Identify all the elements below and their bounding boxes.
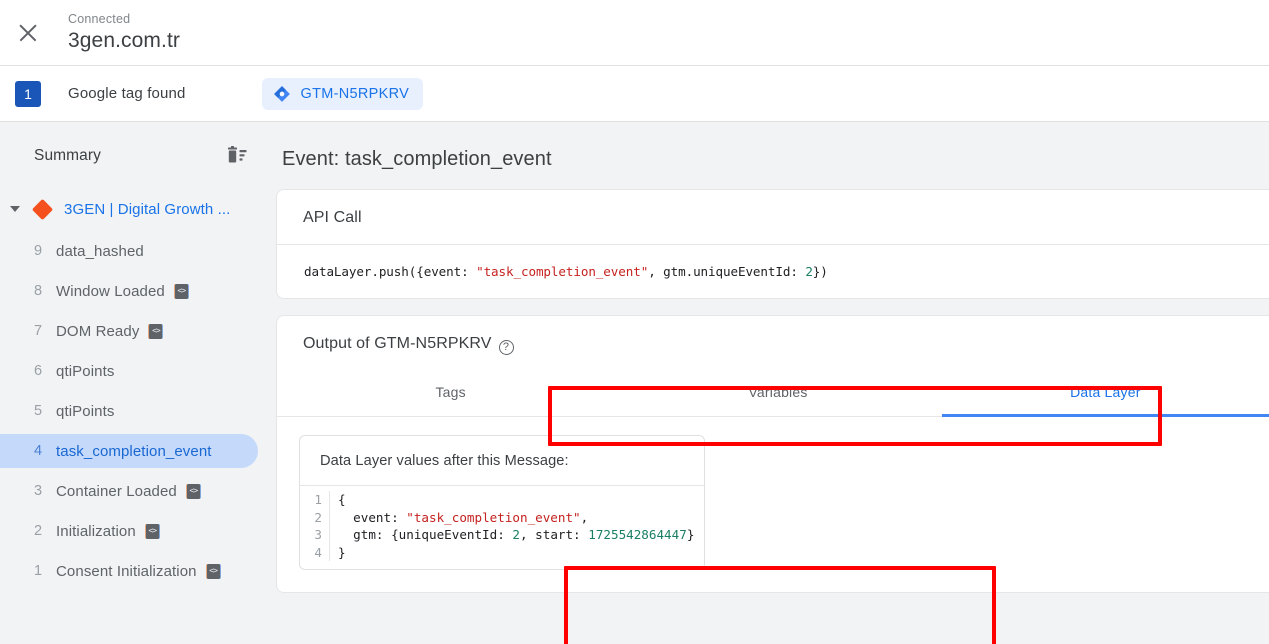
- sidebar-event-qtipoints[interactable]: 6 qtiPoints: [0, 354, 258, 388]
- output-tabs: Tags Variables Data Layer: [277, 372, 1269, 417]
- event-number: 9: [34, 243, 43, 259]
- api-code-prefix: dataLayer.push({event:: [304, 264, 477, 279]
- event-number: 8: [34, 283, 43, 299]
- sidebar-event-qtipoints[interactable]: 5 qtiPoints: [0, 394, 258, 428]
- main-panel: Event: task_completion_event API Call da…: [270, 122, 1269, 644]
- data-layer-box-title: Data Layer values after this Message:: [300, 436, 704, 486]
- api-code-suffix: }): [812, 264, 828, 279]
- event-number: 5: [34, 403, 43, 419]
- output-card: Output of GTM-N5RPKRV? Tags Variables Da…: [276, 315, 1269, 593]
- code-line: event: "task_completion_event",: [338, 509, 694, 527]
- sidebar-event-container-loaded[interactable]: 3 Container Loaded <>: [0, 474, 258, 508]
- code-token-plain: event:: [338, 509, 407, 525]
- sidebar-event-data-hashed[interactable]: 9 data_hashed: [0, 234, 258, 268]
- container-name: 3GEN | Digital Growth ...: [64, 200, 231, 218]
- page-title: Event: task_completion_event: [282, 148, 552, 170]
- code-token-plain: }: [338, 544, 346, 560]
- orange-diamond-icon: [31, 198, 54, 220]
- body-split: Summary 3GEN | Digital Growth ... 9 data_…: [0, 122, 1269, 644]
- event-sidebar: Summary 3GEN | Digital Growth ... 9 data_…: [0, 122, 270, 644]
- code-brackets-icon: <>: [173, 283, 189, 299]
- tag-count-badge: 1: [15, 80, 41, 107]
- tab-tags[interactable]: Tags: [287, 372, 614, 417]
- summary-label: Summary: [34, 147, 102, 164]
- connection-status: Connected: [68, 12, 131, 26]
- container-row[interactable]: 3GEN | Digital Growth ...: [0, 192, 270, 226]
- code-token-num: 2: [512, 527, 520, 542]
- event-label: data_hashed: [56, 242, 144, 260]
- code-line: {: [338, 491, 694, 509]
- sidebar-event-consent-initialization[interactable]: 1 Consent Initialization <>: [0, 554, 258, 588]
- line-number-gutter: 1234: [300, 491, 330, 561]
- code-token-plain: }: [686, 527, 695, 542]
- google-tag-found-bar: 1 Google tag found GTM-N5RPKRV: [0, 66, 1269, 122]
- site-domain: 3gen.com.tr: [68, 29, 180, 52]
- trash-clear-icon[interactable]: [226, 146, 248, 166]
- tab-variables[interactable]: Variables: [614, 372, 941, 417]
- output-card-title: Output of GTM-N5RPKRV?: [277, 316, 1269, 372]
- event-label: DOM Ready: [56, 322, 140, 340]
- sidebar-event-task-completion-event[interactable]: 4 task_completion_event: [0, 434, 258, 468]
- event-label: Container Loaded: [56, 482, 177, 500]
- api-call-title: API Call: [303, 209, 362, 226]
- code-token-plain: ,: [580, 509, 589, 525]
- api-call-code: dataLayer.push({event: "task_completion_…: [277, 244, 1269, 298]
- event-label: Consent Initialization: [56, 562, 197, 580]
- event-label: task_completion_event: [56, 442, 212, 460]
- data-layer-values-box: Data Layer values after this Message: 12…: [299, 435, 705, 570]
- event-number: 7: [34, 323, 43, 339]
- code-line: }: [338, 544, 694, 562]
- tab-data-layer[interactable]: Data Layer: [941, 372, 1269, 417]
- site-info-block: Connected 3gen.com.tr: [68, 11, 180, 54]
- top-header-bar: Connected 3gen.com.tr: [0, 0, 1269, 66]
- google-tag-found-label: Google tag found: [68, 85, 186, 102]
- event-number: 6: [34, 363, 43, 379]
- event-label: qtiPoints: [56, 362, 115, 380]
- code-token-plain: gtm: {uniqueEventId:: [338, 527, 513, 542]
- code-token-plain: , start:: [519, 527, 589, 542]
- code-token-num: 1725542864447: [588, 527, 687, 542]
- gtm-chip-label: GTM-N5RPKRV: [300, 85, 410, 102]
- data-layer-code: 1234 { event: "task_completion_event", g…: [300, 486, 704, 569]
- event-list: 9 data_hashed 8 Window Loaded <> 7 DOM Ready <>…: [0, 234, 270, 588]
- code-line: gtm: {uniqueEventId: 2, start: 172554286…: [338, 526, 694, 544]
- data-layer-code-lines: { event: "task_completion_event", gtm: {…: [330, 491, 694, 561]
- code-brackets-icon: <>: [185, 483, 201, 499]
- close-icon[interactable]: [16, 21, 40, 45]
- api-code-string: "task_completion_event": [476, 264, 649, 279]
- sidebar-event-window-loaded[interactable]: 8 Window Loaded <>: [0, 274, 258, 308]
- event-number: 4: [34, 443, 43, 459]
- api-code-number: 2: [805, 264, 813, 279]
- code-brackets-icon: <>: [205, 563, 221, 579]
- event-label: Initialization: [56, 522, 136, 540]
- api-code-middle: , gtm.uniqueEventId:: [648, 264, 806, 279]
- code-token-plain: {: [338, 492, 346, 507]
- code-brackets-icon: <>: [148, 323, 164, 339]
- event-number: 3: [34, 483, 43, 499]
- event-label: qtiPoints: [56, 402, 115, 420]
- code-token-str: "task_completion_event": [406, 509, 581, 525]
- summary-row[interactable]: Summary: [0, 138, 270, 174]
- caret-down-icon[interactable]: [6, 200, 24, 218]
- gtm-container-chip[interactable]: GTM-N5RPKRV: [261, 77, 424, 110]
- help-circle-icon[interactable]: ?: [498, 340, 514, 355]
- event-label: Window Loaded: [56, 282, 165, 300]
- sidebar-event-initialization[interactable]: 2 Initialization <>: [0, 514, 258, 548]
- sidebar-event-dom-ready[interactable]: 7 DOM Ready <>: [0, 314, 258, 348]
- gtm-diamond-icon: [273, 85, 291, 103]
- code-brackets-icon: <>: [144, 523, 160, 539]
- api-call-card: API Call dataLayer.push({event: "task_co…: [276, 189, 1269, 299]
- event-number: 2: [34, 523, 43, 539]
- event-number: 1: [34, 563, 43, 579]
- output-title-text: Output of GTM-N5RPKRV: [303, 335, 492, 352]
- data-layer-panel: Data Layer values after this Message: 12…: [277, 417, 1269, 592]
